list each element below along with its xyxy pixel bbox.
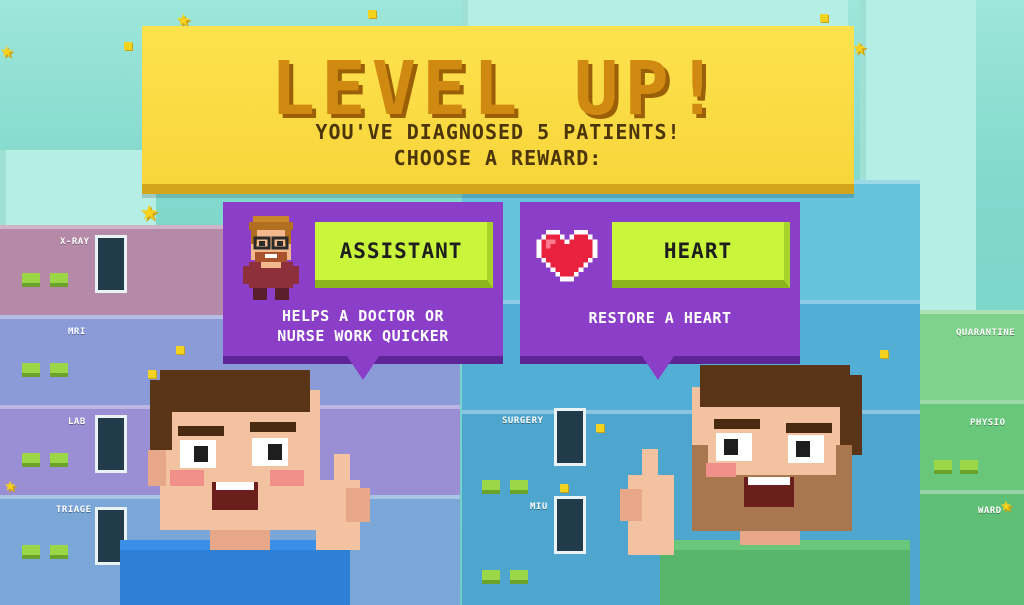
waiting-chair — [482, 480, 500, 490]
waiting-chair — [22, 453, 40, 463]
coin — [820, 14, 828, 22]
patients-diagnosed-text: YOU'VE DIAGNOSED 5 PATIENTS! — [315, 120, 681, 144]
waiting-chair — [482, 570, 500, 580]
waiting-chair — [22, 363, 40, 373]
choose-reward-text: CHOOSE A REWARD: — [393, 146, 603, 170]
level-up-banner: LEVEL UP! YOU'VE DIAGNOSED 5 PATIENTS! C… — [142, 26, 854, 184]
assistant-description-line1: HELPS A DOCTOR OR — [281, 307, 445, 325]
coin — [560, 484, 568, 492]
left-doctor-character — [120, 370, 370, 605]
waiting-chair — [50, 363, 68, 373]
room-label: LAB — [68, 417, 86, 427]
heart-description: RESTORE A HEART — [520, 308, 800, 328]
waiting-chair — [510, 480, 528, 490]
waiting-chair — [22, 545, 40, 555]
room-label: WARD — [978, 506, 1002, 516]
assistant-description-line2: NURSE WORK QUICKER — [277, 327, 449, 345]
waiting-chair — [22, 273, 40, 283]
reward-card-heart[interactable]: HEART RESTORE A HEART — [520, 202, 800, 380]
right-ward-building: QUARANTINE PHYSIO WARD — [920, 310, 1024, 605]
hospital-tower — [0, 150, 156, 230]
reward-card-assistant[interactable]: ASSISTANT HELPS A DOCTOR OR NURSE WORK Q… — [223, 202, 503, 380]
waiting-chair — [50, 545, 68, 555]
star-icon: ★ — [4, 472, 17, 496]
room-label: PHYSIO — [970, 418, 1006, 428]
right-doctor-character — [620, 365, 910, 605]
assistant-reward-button[interactable]: ASSISTANT — [315, 222, 493, 288]
waiting-chair — [50, 453, 68, 463]
door — [554, 496, 586, 554]
room-label: QUARANTINE — [956, 328, 1016, 338]
room-label: TRIAGE — [56, 505, 92, 515]
heart-description-line1: RESTORE A HEART — [588, 309, 732, 327]
heart-icon — [536, 230, 598, 282]
waiting-chair — [934, 460, 952, 470]
waiting-chair — [960, 460, 978, 470]
room-label: SURGERY — [502, 416, 544, 426]
coin — [368, 10, 376, 18]
assistant-description: HELPS A DOCTOR OR NURSE WORK QUICKER — [223, 306, 503, 346]
room-label: MRI — [68, 327, 86, 337]
star-icon: ★ — [852, 32, 867, 60]
coin — [176, 346, 184, 354]
coin — [124, 42, 132, 50]
star-icon: ★ — [140, 193, 159, 228]
room-label: MIU — [530, 502, 548, 512]
waiting-chair — [510, 570, 528, 580]
waiting-chair — [50, 273, 68, 283]
heart-reward-button[interactable]: HEART — [612, 222, 790, 288]
room-label: X-RAY — [60, 237, 90, 247]
star-icon: ★ — [0, 38, 14, 63]
door — [554, 408, 586, 466]
door — [95, 235, 127, 293]
coin — [880, 350, 888, 358]
coin — [596, 424, 604, 432]
star-icon: ★ — [1000, 492, 1013, 516]
assistant-icon — [243, 216, 299, 300]
